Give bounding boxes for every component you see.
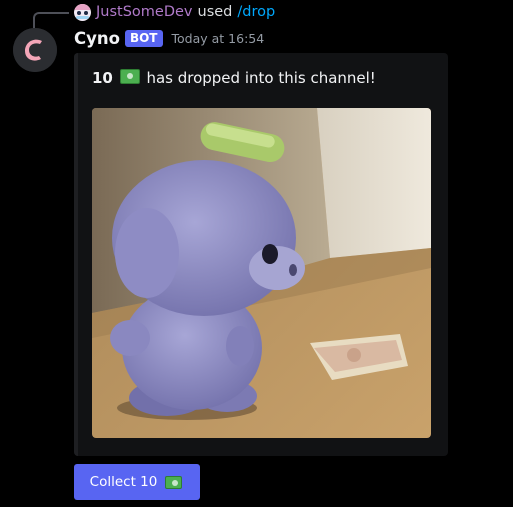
reply-user-avatar[interactable] bbox=[74, 3, 91, 21]
bot-badge: BOT bbox=[124, 29, 163, 47]
reply-used-label: used bbox=[197, 4, 233, 20]
message-header: Cyno BOT Today at 16:54 bbox=[74, 26, 264, 50]
author-name[interactable]: Cyno bbox=[74, 29, 120, 48]
drop-amount: 10 bbox=[92, 69, 113, 87]
money-with-wings-icon bbox=[165, 475, 183, 489]
embed-image[interactable] bbox=[92, 108, 431, 438]
message-timestamp[interactable]: Today at 16:54 bbox=[172, 31, 265, 46]
plush-photo-image bbox=[92, 108, 431, 438]
embed-card: 10 has dropped into this channel! bbox=[74, 53, 448, 456]
embed-accent-bar bbox=[74, 53, 78, 456]
drop-message-text: has dropped into this channel! bbox=[146, 69, 376, 87]
reply-connector-line bbox=[33, 12, 69, 28]
reply-command-link[interactable]: /drop bbox=[237, 4, 275, 20]
collect-button-label: Collect 10 bbox=[89, 474, 158, 490]
money-with-wings-icon bbox=[119, 69, 140, 84]
bot-avatar[interactable] bbox=[13, 28, 57, 72]
reply-username[interactable]: JustSomeDev bbox=[96, 4, 193, 20]
reply-reference[interactable]: JustSomeDev used /drop bbox=[74, 2, 275, 22]
embed-description: 10 has dropped into this channel! bbox=[92, 69, 376, 87]
cyno-logo-icon bbox=[13, 28, 57, 72]
collect-button[interactable]: Collect 10 bbox=[74, 464, 200, 500]
